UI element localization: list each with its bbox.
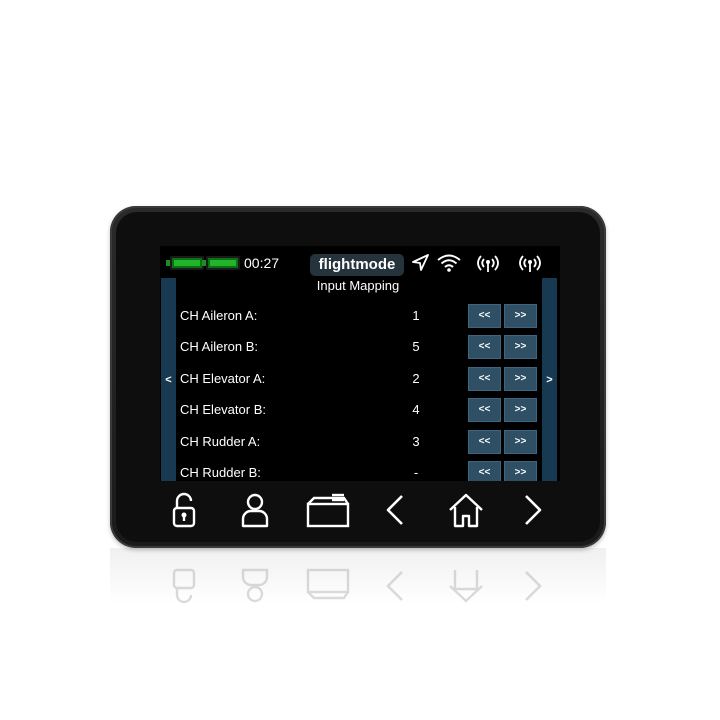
mapping-row: CH Elevator A: 2 << >> — [180, 367, 540, 393]
mapping-row: CH Elevator B: 4 << >> — [180, 398, 540, 424]
row-value: 1 — [412, 308, 420, 323]
row-value: 4 — [412, 402, 420, 417]
decrement-button[interactable]: << — [468, 430, 501, 454]
home-icon[interactable] — [446, 490, 486, 530]
row-label: CH Aileron B: — [180, 339, 259, 354]
status-bar: 00:27 flightmode — [160, 246, 560, 280]
previous-page-bar[interactable]: < — [161, 278, 176, 481]
previous-page-arrow: < — [165, 374, 172, 386]
unlock-icon-reflection — [172, 568, 196, 604]
user-icon-reflection — [241, 568, 269, 603]
location-arrow-icon — [412, 254, 429, 271]
row-label: CH Rudder A: — [180, 434, 261, 449]
increment-button[interactable]: >> — [504, 304, 537, 328]
row-label: CH Aileron A: — [180, 308, 258, 323]
antenna-icon — [477, 255, 499, 272]
forward-icon[interactable] — [512, 490, 552, 530]
page-title: Input Mapping — [316, 278, 400, 293]
antenna-icon — [519, 255, 541, 272]
decrement-button[interactable]: << — [468, 461, 501, 481]
device-reflection — [110, 548, 606, 618]
touch-screen: 00:27 flightmode Input Mapping < > CH Ai… — [160, 246, 560, 481]
wifi-icon — [437, 254, 461, 272]
increment-button[interactable]: >> — [504, 335, 537, 359]
unlock-icon[interactable] — [164, 490, 204, 530]
row-value: 2 — [412, 371, 420, 386]
model-icon-reflection — [306, 568, 350, 600]
decrement-button[interactable]: << — [468, 304, 501, 328]
increment-button[interactable]: >> — [504, 398, 537, 422]
increment-button[interactable]: >> — [504, 430, 537, 454]
flight-mode-badge[interactable]: flightmode — [310, 254, 404, 276]
battery-icon — [166, 256, 204, 270]
hardware-nav-bar — [150, 482, 570, 540]
row-label: CH Elevator A: — [180, 371, 266, 386]
battery-icon — [202, 256, 240, 270]
mapping-row: CH Rudder B: - << >> — [180, 461, 540, 481]
decrement-button[interactable]: << — [468, 367, 501, 391]
increment-button[interactable]: >> — [504, 461, 537, 481]
back-icon[interactable] — [376, 490, 416, 530]
next-page-arrow: > — [546, 374, 553, 386]
row-value: 5 — [412, 339, 420, 354]
mapping-row: CH Aileron A: 1 << >> — [180, 304, 540, 330]
forward-icon-reflection — [525, 571, 542, 601]
row-label: CH Rudder B: — [180, 465, 261, 480]
user-icon[interactable] — [235, 490, 275, 530]
increment-button[interactable]: >> — [504, 367, 537, 391]
mapping-row: CH Rudder A: 3 << >> — [180, 430, 540, 456]
model-icon[interactable] — [304, 490, 352, 530]
next-page-bar[interactable]: > — [542, 278, 557, 481]
decrement-button[interactable]: << — [468, 398, 501, 422]
row-value: 3 — [412, 434, 420, 449]
home-icon-reflection — [449, 570, 483, 603]
decrement-button[interactable]: << — [468, 335, 501, 359]
row-value: - — [413, 465, 419, 480]
mapping-row: CH Aileron B: 5 << >> — [180, 335, 540, 361]
timer-readout: 00:27 — [244, 255, 280, 271]
back-icon-reflection — [386, 571, 403, 601]
row-label: CH Elevator B: — [180, 402, 266, 417]
